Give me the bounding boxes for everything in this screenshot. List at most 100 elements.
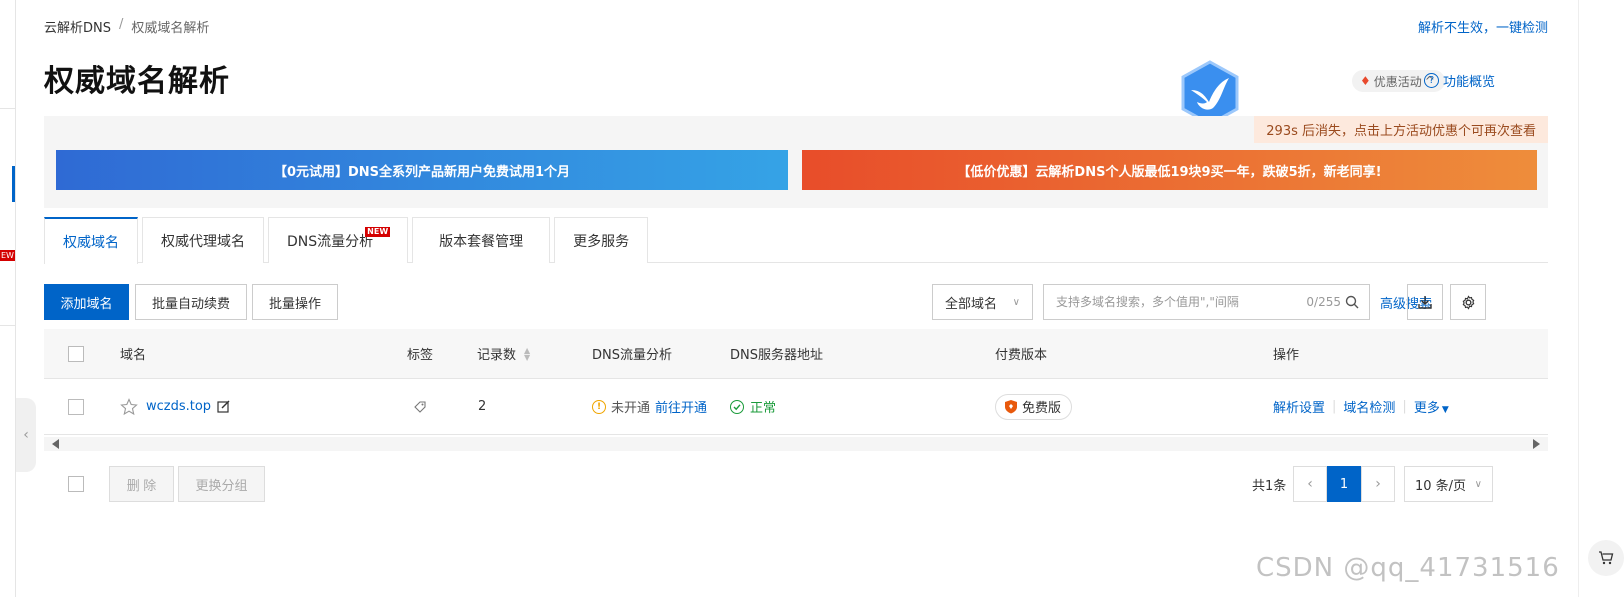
breadcrumb-separator: / <box>119 17 124 32</box>
col-tag: 标签 <box>407 348 434 363</box>
domain-check-link[interactable]: 域名检测 <box>1343 397 1395 416</box>
tab-dns-traffic-analysis[interactable]: DNS流量分析 NEW <box>268 217 409 263</box>
col-edition: 付费版本 <box>995 348 1048 363</box>
promo-countdown-notice: 293s 后消失，点击上方活动优惠个可再次查看 <box>1254 116 1548 143</box>
delete-button[interactable]: 删 除 <box>109 466 174 502</box>
dns-server-cell: 正常 <box>730 379 776 434</box>
chevron-left-icon: ‹ <box>23 427 29 443</box>
scroll-right-icon[interactable] <box>1533 439 1540 449</box>
tab-label: 版本套餐管理 <box>439 233 524 250</box>
action-separator: | <box>1332 399 1337 414</box>
sidebar-new-badge: EW <box>0 250 15 261</box>
page-size-select[interactable]: 10 条/页 ∨ <box>1404 466 1493 502</box>
settings-button[interactable] <box>1450 284 1486 320</box>
breadcrumb-root[interactable]: 云解析DNS <box>44 17 111 36</box>
change-group-button[interactable]: 更换分组 <box>178 466 265 502</box>
tab-label: 权威代理域名 <box>161 233 245 250</box>
batch-auto-renew-button[interactable]: 批量自动续费 <box>135 284 247 320</box>
toolbar: 添加域名 批量自动续费 批量操作 全部域名 ∨ 0/255 高级搜索 <box>44 284 1548 320</box>
batch-operations-button[interactable]: 批量操作 <box>252 284 338 320</box>
tab-proxy-domains[interactable]: 权威代理域名 <box>142 217 264 263</box>
breadcrumb: 云解析DNS / 权威域名解析 <box>44 17 209 36</box>
col-records[interactable]: 记录数 ▲ ▼ <box>477 329 530 378</box>
sort-icon[interactable]: ▲ ▼ <box>524 346 530 361</box>
sidebar-active-indicator <box>12 166 15 202</box>
left-sidebar: EW <box>0 0 16 597</box>
page-size-value: 10 条/页 <box>1415 478 1467 494</box>
search-char-counter: 0/255 <box>1306 295 1341 309</box>
actions-cell: 解析设置 | 域名检测 | 更多 ▼ <box>1273 379 1449 434</box>
tag-icon[interactable] <box>413 400 427 414</box>
horizontal-scrollbar[interactable] <box>44 437 1548 451</box>
domain-filter-value: 全部域名 <box>945 296 998 312</box>
records-count: 2 <box>478 399 487 414</box>
scroll-left-icon[interactable] <box>52 439 59 449</box>
domain-search: 0/255 <box>1043 284 1370 320</box>
free-trial-banner[interactable]: 【0元试用】DNS全系列产品新用户免费试用1个月 <box>56 150 788 190</box>
col-dns-analysis: DNS流量分析 <box>592 348 672 363</box>
star-icon[interactable] <box>120 397 138 416</box>
export-button[interactable] <box>1407 284 1443 320</box>
one-click-check-link[interactable]: 解析不生效，一键检测 <box>1418 17 1548 36</box>
gear-icon <box>1462 294 1474 310</box>
caret-down-icon: ▼ <box>1441 405 1449 415</box>
footer-select-cell <box>68 476 84 492</box>
search-input[interactable] <box>1056 295 1307 309</box>
watermark: CSDN @qq_41731516 <box>1256 553 1560 583</box>
tab-authoritative-domains[interactable]: 权威域名 <box>44 217 138 264</box>
tab-plan-management[interactable]: 版本套餐管理 <box>412 217 551 263</box>
feature-overview-link[interactable]: ? 功能概览 <box>1424 71 1495 90</box>
warning-icon: ! <box>592 399 606 414</box>
tag-cell <box>413 379 427 434</box>
edition-cell: 免费版 <box>995 379 1073 434</box>
row-checkbox[interactable] <box>68 398 84 415</box>
select-all-checkbox[interactable] <box>68 345 84 362</box>
footer-select-all-checkbox[interactable] <box>68 476 84 492</box>
free-edition-badge: 免费版 <box>995 393 1073 420</box>
tab-label: DNS流量分析 <box>287 233 374 250</box>
enable-analysis-link[interactable]: 前往开通 <box>655 397 707 416</box>
feature-overview-label: 功能概览 <box>1443 75 1496 90</box>
promotions-label: 优惠活动 <box>1373 74 1422 89</box>
row-select-cell <box>68 379 84 434</box>
add-domain-button[interactable]: 添加域名 <box>44 284 129 320</box>
cart-icon <box>1599 551 1614 565</box>
dns-analysis-cell: ! 未开通 前往开通 <box>592 379 707 434</box>
check-circle-icon <box>730 399 744 414</box>
dns-server-status: 正常 <box>750 401 777 416</box>
table-header: 域名 标签 记录数 ▲ ▼ DNS流量分析 DNS服务器地址 付费版本 操作 <box>44 329 1548 379</box>
shield-icon <box>1005 400 1017 414</box>
more-actions-dropdown[interactable]: 更多 ▼ <box>1414 397 1449 416</box>
page-title: 权威域名解析 <box>44 64 230 99</box>
promo-banner-area: 293s 后消失，点击上方活动优惠个可再次查看 【0元试用】DNS全系列产品新用… <box>44 116 1548 208</box>
cart-button[interactable] <box>1588 540 1624 576</box>
chevron-down-icon: ∨ <box>1012 296 1020 308</box>
col-actions: 操作 <box>1273 348 1300 363</box>
select-all-cell <box>68 329 84 378</box>
help-icon: ? <box>1424 73 1439 88</box>
analysis-status: 未开通 <box>611 401 651 416</box>
page-number-button[interactable]: 1 <box>1327 466 1361 502</box>
col-records-label: 记录数 <box>477 348 517 363</box>
sidebar-divider <box>0 108 16 109</box>
next-page-button[interactable]: › <box>1361 466 1395 502</box>
edition-label: 免费版 <box>1022 401 1062 416</box>
chevron-down-icon: ∨ <box>1474 478 1482 490</box>
table-row: wczds.top 2 ! 未开通 前往开通 正常 免费版 解析设置 | 域名检… <box>44 379 1548 435</box>
breadcrumb-current: 权威域名解析 <box>131 21 210 36</box>
resolve-settings-link[interactable]: 解析设置 <box>1273 397 1325 416</box>
discount-banner[interactable]: 【低价优惠】云解析DNS个人版最低19块9买一年，跌破5折，新老同享! <box>802 150 1537 190</box>
domain-tabs: 权威域名 权威代理域名 DNS流量分析 NEW 版本套餐管理 更多服务 <box>44 217 1548 264</box>
more-label: 更多 <box>1413 401 1440 416</box>
domain-link[interactable]: wczds.top <box>146 399 211 414</box>
search-icon[interactable] <box>1345 295 1359 309</box>
sidebar-collapse-handle[interactable]: ‹ <box>16 398 36 472</box>
download-icon <box>1418 296 1432 309</box>
right-rail-divider <box>1578 0 1579 597</box>
prev-page-button[interactable]: ‹ <box>1293 466 1327 502</box>
domain-filter-select[interactable]: 全部域名 ∨ <box>932 284 1033 320</box>
tab-more-services[interactable]: 更多服务 <box>554 217 649 263</box>
chevron-right-icon: › <box>1375 476 1381 492</box>
edit-icon[interactable] <box>217 400 230 413</box>
domain-cell: wczds.top <box>120 379 230 434</box>
